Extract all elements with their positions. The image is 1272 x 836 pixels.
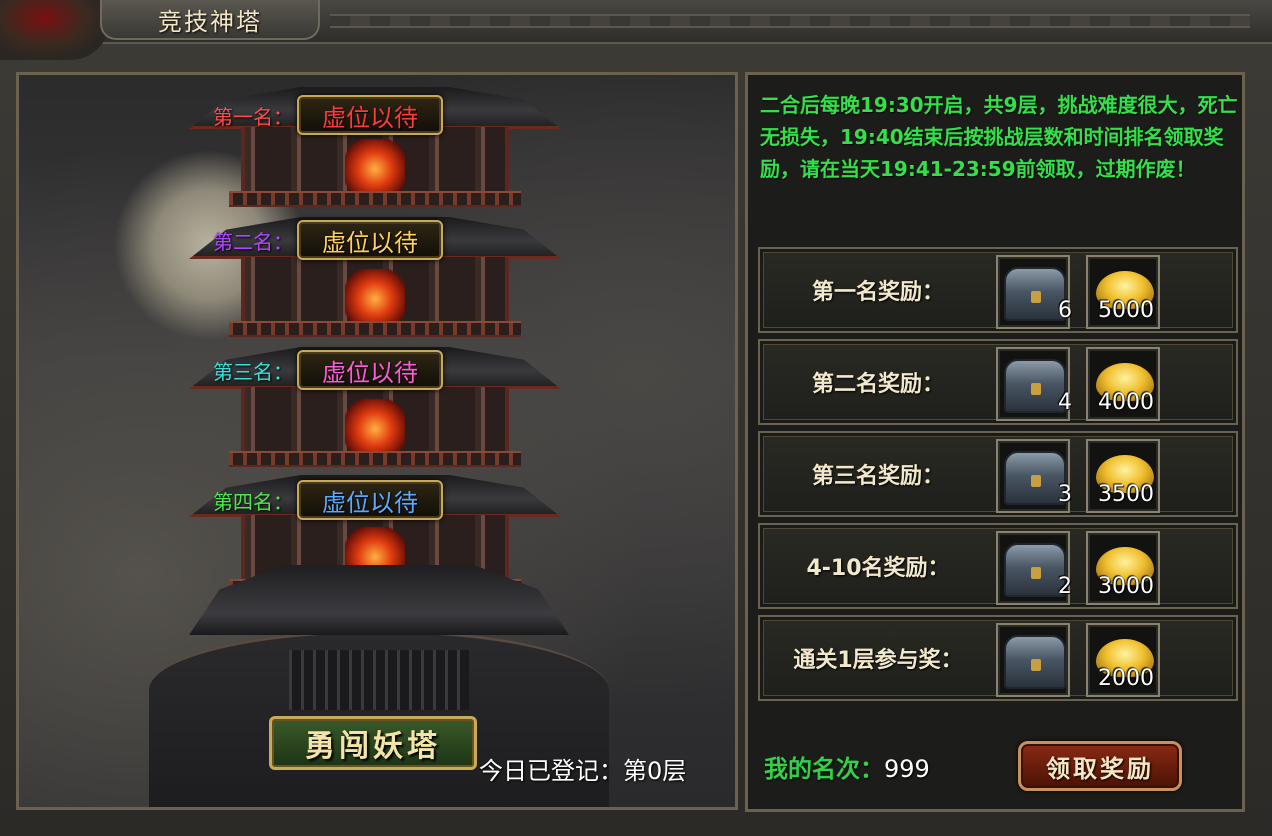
- pagoda-illustration: [19, 75, 735, 807]
- item-count: 4: [1058, 390, 1072, 415]
- treasure-chest-slot[interactable]: [996, 623, 1070, 697]
- reward-panel: 二合后每晚19:30开启，共9层，挑战难度很大，死亡无损失，19:40结束后按挑…: [745, 72, 1245, 812]
- rank-label: 第四名：: [213, 489, 293, 514]
- item-count: 2: [1058, 574, 1072, 599]
- rank-row-1: 第一名： 虚位以待: [189, 93, 443, 137]
- reward-row-4-10: 4-10名奖励： 2 3000: [758, 523, 1238, 609]
- gold-ingot-slot[interactable]: 3500: [1086, 439, 1160, 513]
- tower-panel: 第一名： 虚位以待 第二名： 虚位以待 第三名： 虚位以待 第四名： 虚位以待 …: [16, 72, 738, 810]
- header-ornament: [330, 14, 1250, 28]
- reward-row-third: 第三名奖励： 3 3500: [758, 431, 1238, 517]
- tower-gate: [289, 650, 469, 710]
- rank-row-3: 第三名： 虚位以待: [189, 348, 443, 392]
- event-description: 二合后每晚19:30开启，共9层，挑战难度很大，死亡无损失，19:40结束后按挑…: [760, 93, 1238, 181]
- reward-label: 4-10名奖励：: [806, 556, 950, 581]
- claim-reward-button[interactable]: 领取奖励: [1018, 741, 1182, 791]
- treasure-chest-slot[interactable]: 6: [996, 255, 1072, 329]
- registered-floor-text: 今日已登记：第0层: [479, 757, 687, 785]
- treasure-chest-icon: [1004, 267, 1066, 321]
- rank-row-2: 第二名： 虚位以待: [189, 218, 443, 262]
- treasure-chest-slot[interactable]: 3: [996, 439, 1072, 513]
- reward-row-participation: 通关1层参与奖： 2000: [758, 615, 1238, 701]
- reward-label: 第二名奖励：: [811, 372, 944, 397]
- gold-ingot-slot[interactable]: 3000: [1086, 531, 1160, 605]
- game-window: 竞技神塔 第一名： 虚位以待 第二名： 虚位以待 第三名： 虚位以待 第四名： …: [0, 0, 1272, 836]
- rank-label: 第三名：: [213, 359, 293, 384]
- dragon-emblem-icon: [0, 0, 110, 60]
- gold-ingot-slot[interactable]: 4000: [1086, 347, 1160, 421]
- window-title: 竞技神塔: [158, 7, 262, 36]
- treasure-chest-icon: [1004, 451, 1066, 505]
- gold-ingot-slot[interactable]: 5000: [1086, 255, 1160, 329]
- reward-label: 通关1层参与奖：: [793, 648, 963, 673]
- my-rank: 我的名次：999: [764, 749, 930, 784]
- item-count: 2000: [1098, 666, 1154, 691]
- rank-label: 第一名：: [213, 104, 293, 129]
- reward-label: 第一名奖励：: [811, 280, 944, 305]
- reward-row-second: 第二名奖励： 4 4000: [758, 339, 1238, 425]
- treasure-chest-icon: [1004, 543, 1066, 597]
- my-rank-label: 我的名次：: [764, 755, 884, 783]
- item-count: 3500: [1098, 482, 1154, 507]
- rank-holder[interactable]: 虚位以待: [297, 350, 443, 390]
- rank-holder[interactable]: 虚位以待: [297, 95, 443, 135]
- rank-label: 第二名：: [213, 229, 293, 254]
- treasure-chest-icon: [1004, 359, 1066, 413]
- treasure-chest-slot[interactable]: 2: [996, 531, 1072, 605]
- challenge-tower-button[interactable]: 勇闯妖塔: [269, 716, 477, 770]
- gold-ingot-slot[interactable]: 2000: [1086, 623, 1160, 697]
- item-count: 5000: [1098, 298, 1154, 323]
- treasure-chest-icon: [1004, 635, 1066, 689]
- rank-holder[interactable]: 虚位以待: [297, 220, 443, 260]
- reward-label: 第三名奖励：: [811, 464, 944, 489]
- treasure-chest-slot[interactable]: 4: [996, 347, 1072, 421]
- my-rank-value: 999: [884, 755, 930, 783]
- item-count: 4000: [1098, 390, 1154, 415]
- title-plate: 竞技神塔: [100, 0, 320, 40]
- rank-row-4: 第四名： 虚位以待: [189, 478, 443, 522]
- item-count: 6: [1058, 298, 1072, 323]
- rank-holder[interactable]: 虚位以待: [297, 480, 443, 520]
- reward-row-first: 第一名奖励： 6 5000: [758, 247, 1238, 333]
- item-count: 3: [1058, 482, 1072, 507]
- item-count: 3000: [1098, 574, 1154, 599]
